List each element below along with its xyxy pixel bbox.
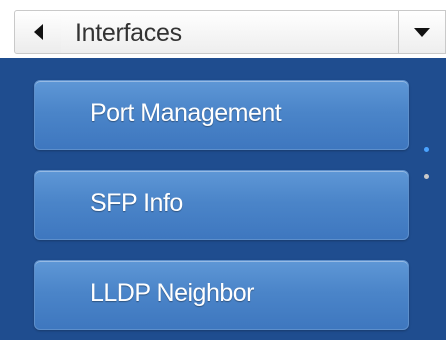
dropdown-selected-value: Interfaces xyxy=(75,19,182,47)
page-indicator-dot-active[interactable] xyxy=(424,147,429,152)
page-indicator-dot[interactable] xyxy=(424,174,429,179)
lldp-neighbor-button[interactable]: LLDP Neighbor xyxy=(34,260,409,330)
menu-panel: Interfaces Port Management SFP Info LLDP… xyxy=(0,0,446,340)
section-dropdown[interactable]: Interfaces xyxy=(61,10,446,54)
top-toolbar: Interfaces xyxy=(0,0,446,58)
menu-button-label: Port Management xyxy=(90,99,282,127)
back-button[interactable] xyxy=(14,10,62,54)
dropdown-arrow-button[interactable] xyxy=(398,11,445,53)
sfp-info-button[interactable]: SFP Info xyxy=(34,170,409,240)
port-management-button[interactable]: Port Management xyxy=(34,80,409,150)
triangle-down-icon xyxy=(414,27,430,37)
triangle-left-icon xyxy=(33,24,43,40)
menu-button-label: LLDP Neighbor xyxy=(90,279,254,307)
menu-button-label: SFP Info xyxy=(90,189,183,217)
